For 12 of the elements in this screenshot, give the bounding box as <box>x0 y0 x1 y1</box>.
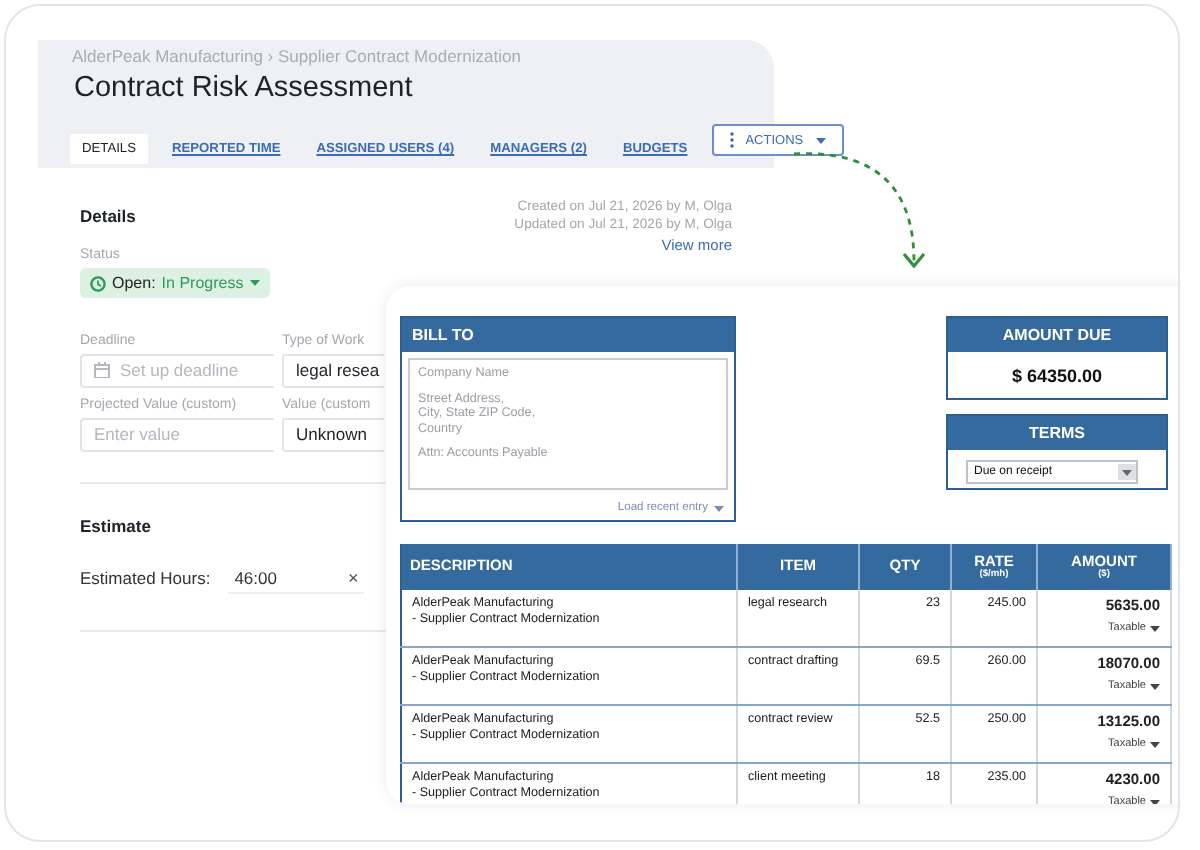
status-dropdown[interactable]: Open: In Progress <box>80 268 270 298</box>
breadcrumb: AlderPeak Manufacturing › Supplier Contract Modernization <box>70 44 523 66</box>
panel-title: TERMS <box>948 416 1166 450</box>
section-heading: Estimate <box>80 515 153 535</box>
amount-due-value: $ 64350.00 <box>1009 364 1105 390</box>
field-label: Estimated Hours: <box>80 568 211 588</box>
panel-title: AMOUNT DUE <box>948 318 1166 352</box>
panel-title: BILL TO <box>402 318 734 352</box>
section-heading: Details <box>80 206 138 226</box>
clear-icon[interactable]: × <box>347 567 359 587</box>
page-title: Contract Risk Assessment <box>72 70 415 104</box>
hours-field[interactable]: 46:00 × <box>228 563 365 593</box>
